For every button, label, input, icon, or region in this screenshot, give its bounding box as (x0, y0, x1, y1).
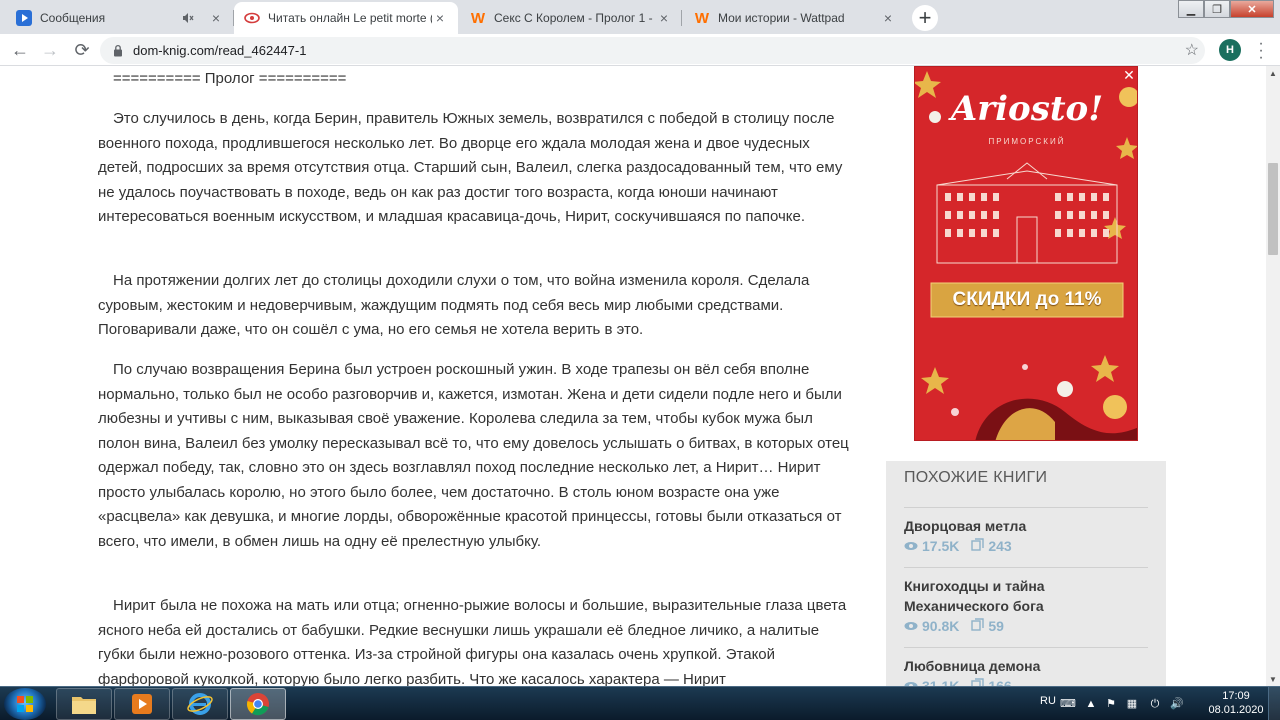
divider (904, 567, 1148, 568)
internet-explorer-icon (187, 693, 213, 715)
similar-books-panel: ПОХОЖИЕ КНИГИ Дворцовая метла 17.5K 243 … (886, 461, 1166, 686)
taskbar-chrome[interactable] (230, 688, 286, 720)
paragraph: Нирит была не похожа на мать или отца; о… (98, 597, 847, 686)
taskbar-explorer[interactable] (56, 688, 112, 720)
ad-container: Ariosto! ПРИМОРСКИЙ СКИДКИ до 11% ✕ (886, 66, 1166, 441)
tab-messages[interactable]: Сообщения × (6, 2, 234, 34)
windows-taskbar: RU ⌨ ▲ ⚑ ▦ ⏻ 🔊 17:09 08.01.2020 (0, 686, 1280, 720)
book-title[interactable]: Дворцовая метла (904, 516, 1148, 536)
tab-title: Мои истории - Wattpad (718, 11, 845, 25)
screen: Сообщения × Читать онлайн Le petit morte… (0, 0, 1280, 720)
tab-title: Секс С Королем - Пролог 1 - W (494, 11, 656, 25)
clock-date: 08.01.2020 (1208, 704, 1264, 716)
new-tab-button[interactable]: + (912, 5, 938, 31)
back-arrow-icon[interactable]: ← (8, 38, 32, 62)
page-scrollbar[interactable]: ▲ ▼ (1266, 66, 1280, 686)
windows-logo-icon (17, 696, 33, 712)
tab-separator (681, 10, 682, 26)
eye-icon (244, 10, 260, 26)
profile-avatar[interactable]: H (1219, 39, 1241, 61)
pages-icon (971, 676, 985, 686)
ad-promo: СКИДКИ до 11% (952, 289, 1102, 310)
taskbar-internet-explorer[interactable] (172, 688, 228, 720)
ad-banner[interactable]: Ariosto! ПРИМОРСКИЙ СКИДКИ до 11% (914, 66, 1138, 441)
bookmark-star-icon[interactable]: ☆ (1185, 40, 1199, 60)
book-pages: 243 (988, 538, 1012, 554)
book-views: 90.8K (922, 618, 960, 634)
close-tab-icon[interactable]: × (208, 10, 224, 26)
chrome-icon (246, 693, 269, 716)
close-tab-icon[interactable]: × (656, 10, 672, 26)
show-desktop-button[interactable] (1268, 687, 1280, 720)
wattpad-w-icon: W (694, 9, 710, 27)
book-views: 17.5K (922, 538, 960, 554)
book-title[interactable]: Любовница демона (904, 656, 1148, 676)
similar-book-item[interactable]: Любовница демона 31.1K 166 (904, 656, 1148, 686)
tray-expand-icon[interactable]: ▲ (1084, 697, 1098, 711)
chapter-heading: ========== Пролог ========== (113, 70, 347, 87)
flag-icon[interactable]: ⚑ (1104, 697, 1118, 711)
scroll-up-arrow-icon[interactable]: ▲ (1266, 66, 1280, 80)
tab-wattpad-my-stories[interactable]: W Мои истории - Wattpad × (684, 2, 906, 34)
ad-subtitle: ПРИМОРСКИЙ (988, 137, 1066, 146)
close-tab-icon[interactable]: × (432, 10, 448, 26)
paragraph: На протяжении долгих лет до столицы дохо… (98, 272, 810, 338)
media-player-icon (132, 694, 152, 714)
tab-title: Сообщения (40, 11, 106, 25)
power-plug-icon[interactable]: ⏻ (1148, 697, 1162, 711)
eye-icon (904, 676, 918, 686)
vk-play-icon (16, 10, 32, 26)
page-viewport: ========== Пролог ========== Это случило… (0, 66, 1266, 686)
similar-books-heading: ПОХОЖИЕ КНИГИ (904, 469, 1048, 486)
similar-book-item[interactable]: Книгоходцы и тайна Механического бога 90… (904, 576, 1148, 636)
tab-title: Читать онлайн Le petit morte (С (268, 11, 432, 25)
tab-strip: Сообщения × Читать онлайн Le petit morte… (0, 0, 1280, 34)
book-stats: 31.1K 166 (904, 676, 1148, 686)
system-clock[interactable]: 17:09 08.01.2020 (1206, 689, 1266, 717)
address-bar[interactable]: dom-knig.com/read_462447-1 ☆ (100, 37, 1205, 64)
close-tab-icon[interactable]: × (880, 10, 896, 26)
muted-speaker-icon[interactable] (180, 10, 196, 26)
tab-wattpad-story[interactable]: W Секс С Королем - Пролог 1 - W × (460, 2, 682, 34)
divider (904, 647, 1148, 648)
volume-icon[interactable]: 🔊 (1170, 697, 1184, 711)
folder-icon (72, 697, 96, 714)
lock-icon (114, 44, 122, 57)
book-title[interactable]: Книгоходцы и тайна Механического бога (904, 576, 1148, 616)
window-controls: ▁ ❐ ✕ (1178, 0, 1274, 18)
book-stats: 17.5K 243 (904, 536, 1148, 556)
browser-menu-icon[interactable]: · · · (1257, 36, 1265, 66)
tab-reader[interactable]: Читать онлайн Le petit morte (С × (234, 2, 458, 34)
minimize-icon[interactable]: ▁ (1178, 0, 1204, 18)
windows-start-button[interactable] (4, 688, 46, 720)
eye-icon (904, 616, 918, 636)
taskbar-media-player[interactable] (114, 688, 170, 720)
scrollbar-thumb[interactable] (1268, 163, 1278, 255)
window-close-icon[interactable]: ✕ (1230, 0, 1274, 18)
restore-icon[interactable]: ❐ (1204, 0, 1230, 18)
divider (904, 507, 1148, 508)
paragraph: По случаю возвращения Берина был устроен… (98, 361, 849, 550)
network-icon[interactable]: ▦ (1125, 697, 1139, 711)
pages-icon (971, 536, 985, 556)
book-pages: 166 (988, 678, 1012, 686)
book-stats: 90.8K 59 (904, 616, 1148, 636)
url-text: dom-knig.com/read_462447-1 (133, 43, 307, 58)
language-indicator[interactable]: RU (1040, 695, 1056, 707)
book-views: 31.1K (922, 678, 960, 686)
reload-icon[interactable]: ⟳ (70, 38, 94, 62)
ad-close-icon[interactable]: ✕ (1122, 68, 1136, 82)
scroll-down-arrow-icon[interactable]: ▼ (1266, 672, 1280, 686)
wattpad-w-icon: W (470, 9, 486, 27)
ad-brand: Ariosto! (950, 89, 1104, 129)
forward-arrow-icon[interactable]: → (38, 38, 62, 62)
clock-time: 17:09 (1222, 690, 1250, 702)
pages-icon (971, 616, 985, 636)
similar-book-item[interactable]: Дворцовая метла 17.5K 243 (904, 516, 1148, 556)
book-pages: 59 (988, 618, 1004, 634)
keyboard-icon[interactable]: ⌨ (1060, 697, 1076, 711)
eye-icon (904, 536, 918, 556)
browser-toolbar: ← → ⟳ dom-knig.com/read_462447-1 ☆ (0, 34, 1280, 66)
paragraph: Это случилось в день, когда Берин, прави… (98, 110, 843, 225)
